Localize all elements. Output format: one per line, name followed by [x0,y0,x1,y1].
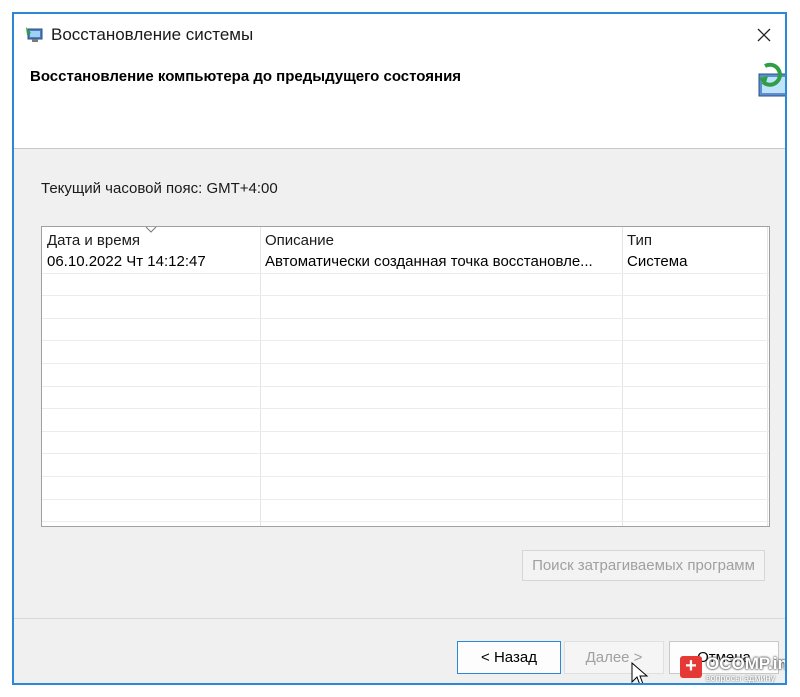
system-restore-icon [26,27,43,42]
footer-divider [14,618,785,619]
title-bar[interactable]: Восстановление системы [14,14,785,56]
cell-description: Автоматически созданная точка восстановл… [265,253,593,270]
wizard-header: Восстановление компьютера до предыдущего… [14,56,785,149]
system-restore-window: Восстановление системы Восстановление ко… [12,12,787,685]
column-header-date[interactable]: Дата и время [42,227,260,251]
sort-descending-icon [145,227,157,233]
table-body: 06.10.2022 Чт 14:12:47 Автоматически соз… [42,251,769,523]
table-row-empty [42,274,769,297]
table-row-empty [42,432,769,455]
page-title: Восстановление компьютера до предыдущего… [30,68,462,85]
site-watermark: + OCOMP.info вопросы админу [680,654,787,683]
back-button[interactable]: < Назад [457,641,561,674]
cell-type: Система [627,253,688,270]
table-row-empty [42,477,769,500]
next-button[interactable]: Далее > [564,641,664,674]
table-header: Дата и время Описание Тип [42,227,769,526]
close-icon [757,28,771,42]
mouse-cursor-icon [631,662,649,683]
table-row-empty [42,341,769,364]
cell-date: 06.10.2022 Чт 14:12:47 [47,253,206,270]
restore-points-table[interactable]: Дата и время Описание Тип 06.10.2022 Чт … [41,226,770,527]
timezone-label: Текущий часовой пояс: GMT+4:00 [41,180,278,197]
column-header-type[interactable]: Тип [622,227,769,251]
table-row[interactable]: 06.10.2022 Чт 14:12:47 Автоматически соз… [42,251,769,274]
table-row-empty [42,409,769,432]
table-row-empty [42,296,769,319]
window-title: Восстановление системы [51,25,254,44]
table-row-empty [42,454,769,477]
close-button[interactable] [743,14,785,56]
table-row-empty [42,500,769,523]
table-row-empty [42,387,769,410]
watermark-brand: OCOMP.info [706,654,787,673]
scan-affected-programs-button[interactable]: Поиск затрагиваемых программ [522,550,765,581]
watermark-tagline: вопросы админу [706,673,775,683]
plus-badge-icon: + [680,656,702,678]
table-row-empty [42,319,769,342]
column-header-description[interactable]: Описание [260,227,622,251]
table-row-empty [42,364,769,387]
restore-monitor-icon [758,62,785,97]
